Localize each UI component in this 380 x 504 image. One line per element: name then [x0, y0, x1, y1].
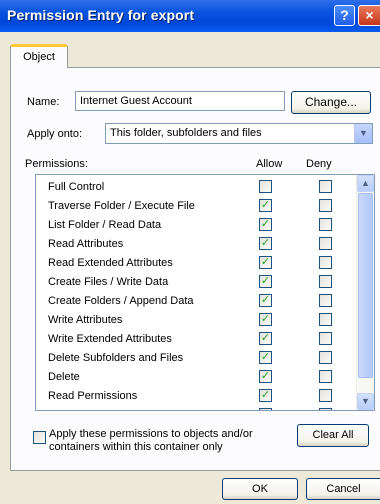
- permission-row: Delete Subfolders and Files ✓: [36, 349, 358, 368]
- permissions-list: Change PermissionsRead Permissions✓Delet…: [35, 174, 375, 411]
- permission-row: Read Extended Attributes ✓: [36, 254, 358, 273]
- deny-checkbox[interactable]: [319, 275, 332, 288]
- scroll-up-icon[interactable]: ▲: [357, 175, 374, 192]
- deny-checkbox[interactable]: [319, 408, 332, 410]
- allow-checkbox[interactable]: ✓: [259, 237, 272, 250]
- allow-checkbox[interactable]: ✓: [259, 370, 272, 383]
- allow-checkbox[interactable]: [259, 408, 272, 410]
- permission-label: Write Extended Attributes: [48, 333, 172, 345]
- allow-checkbox[interactable]: [259, 180, 272, 193]
- permission-label: Change Permissions: [48, 409, 150, 410]
- permission-label: Delete Subfolders and Files: [48, 352, 184, 364]
- window-title: Permission Entry for export: [7, 7, 195, 23]
- permission-row: Traverse Folder / Execute File ✓: [36, 197, 358, 216]
- permission-row: Read Permissions ✓: [36, 387, 358, 406]
- permission-row: Create Files / Write Data ✓: [36, 273, 358, 292]
- allow-checkbox[interactable]: ✓: [259, 256, 272, 269]
- help-button[interactable]: ?: [334, 5, 355, 26]
- permission-label: Read Permissions: [48, 390, 138, 402]
- allow-checkbox[interactable]: ✓: [259, 351, 272, 364]
- permissions-scrollbar[interactable]: ▲ ▼: [356, 175, 374, 410]
- name-field: Internet Guest Account: [75, 91, 285, 111]
- object-tab-panel: Name: Internet Guest Account Change... A…: [10, 67, 380, 471]
- deny-checkbox[interactable]: [319, 294, 332, 307]
- deny-checkbox[interactable]: [319, 332, 332, 345]
- allow-checkbox[interactable]: ✓: [259, 389, 272, 402]
- allow-checkbox[interactable]: ✓: [259, 332, 272, 345]
- deny-checkbox[interactable]: [319, 370, 332, 383]
- apply-onto-label: Apply onto:: [27, 128, 83, 140]
- allow-checkbox[interactable]: ✓: [259, 199, 272, 212]
- allow-checkbox[interactable]: ✓: [259, 275, 272, 288]
- deny-header: Deny: [306, 158, 332, 170]
- scroll-thumb[interactable]: [358, 193, 373, 378]
- deny-checkbox[interactable]: [319, 199, 332, 212]
- deny-checkbox[interactable]: [319, 351, 332, 364]
- allow-checkbox[interactable]: ✓: [259, 294, 272, 307]
- change-button[interactable]: Change...: [291, 91, 371, 114]
- allow-header: Allow: [256, 158, 283, 170]
- permission-label: List Folder / Read Data: [48, 219, 162, 231]
- allow-checkbox[interactable]: ✓: [259, 218, 272, 231]
- permission-label: Full Control: [48, 181, 105, 193]
- permission-row: Full Control: [36, 178, 358, 197]
- deny-checkbox[interactable]: [319, 237, 332, 250]
- apply-inherit-label: Apply these permissions to objects and/o…: [49, 428, 253, 453]
- permission-label: Create Folders / Append Data: [48, 295, 194, 307]
- permission-row: List Folder / Read Data ✓: [36, 216, 358, 235]
- clear-all-button[interactable]: Clear All: [297, 424, 369, 447]
- allow-checkbox[interactable]: ✓: [259, 313, 272, 326]
- deny-checkbox[interactable]: [319, 180, 332, 193]
- permissions-header: Permissions:: [25, 158, 88, 170]
- permission-entry-dialog: Permission Entry for export ? × Object N…: [0, 0, 380, 504]
- title-bar[interactable]: Permission Entry for export ? ×: [0, 0, 380, 32]
- permission-label: Read Attributes: [48, 238, 124, 250]
- tab-object[interactable]: Object: [10, 44, 68, 68]
- permission-row: Create Folders / Append Data ✓: [36, 292, 358, 311]
- apply-onto-select[interactable]: This folder, subfolders and files ▼: [105, 123, 373, 144]
- chevron-down-icon[interactable]: ▼: [354, 124, 372, 143]
- close-button[interactable]: ×: [358, 5, 380, 26]
- name-label: Name:: [27, 96, 60, 108]
- permission-label: Write Attributes: [48, 314, 123, 326]
- permission-label: Create Files / Write Data: [48, 276, 169, 288]
- permission-label: Read Extended Attributes: [48, 257, 173, 269]
- permission-row: Write Extended Attributes ✓: [36, 330, 358, 349]
- permission-row: Write Attributes ✓: [36, 311, 358, 330]
- permission-row: Delete ✓: [36, 368, 358, 387]
- cancel-button[interactable]: Cancel: [306, 478, 380, 500]
- deny-checkbox[interactable]: [319, 256, 332, 269]
- ok-button[interactable]: OK: [222, 478, 298, 500]
- permission-label: Traverse Folder / Execute File: [48, 200, 195, 212]
- deny-checkbox[interactable]: [319, 389, 332, 402]
- scroll-down-icon[interactable]: ▼: [357, 393, 374, 410]
- apply-inherit-checkbox[interactable]: [33, 431, 46, 444]
- deny-checkbox[interactable]: [319, 313, 332, 326]
- permission-row: Read Attributes ✓: [36, 235, 358, 254]
- permission-row: Change Permissions: [36, 406, 358, 410]
- permission-label: Delete: [48, 371, 80, 383]
- apply-onto-value: This folder, subfolders and files: [110, 127, 262, 139]
- deny-checkbox[interactable]: [319, 218, 332, 231]
